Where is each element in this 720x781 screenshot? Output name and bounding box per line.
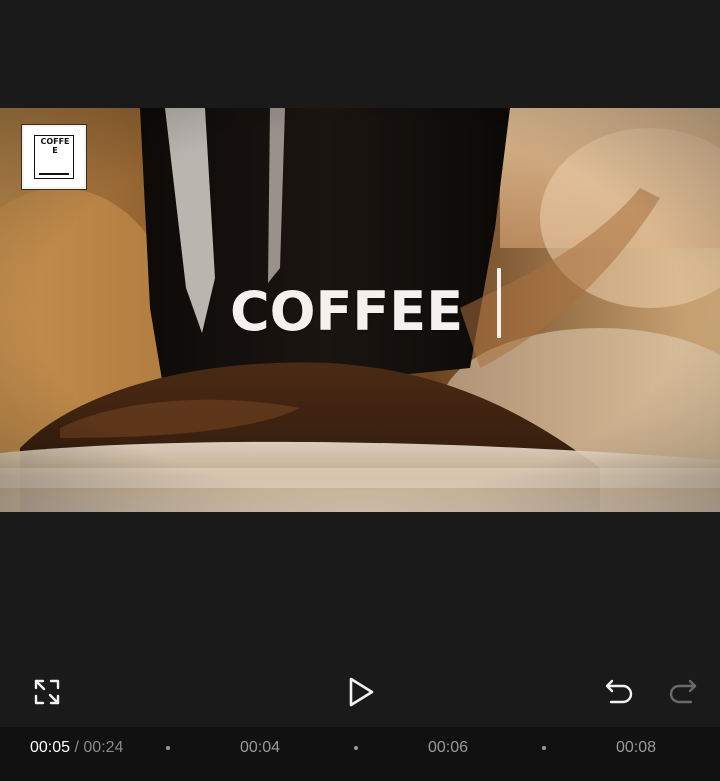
title-text[interactable]: COFFEE — [230, 282, 463, 342]
timeline-tick-dot — [354, 746, 358, 750]
undo-icon — [605, 679, 633, 704]
timeline-tick-label: 00:06 — [428, 739, 469, 756]
redo-button[interactable] — [662, 670, 704, 712]
current-time: 00:05 — [30, 739, 71, 756]
time-separator: / — [74, 739, 79, 756]
video-preview[interactable]: COFFEE COFFEE — [0, 108, 720, 512]
play-icon — [349, 677, 374, 707]
coffee-logo: COFFEE — [34, 135, 74, 179]
title-text-overlay[interactable]: COFFEE — [230, 282, 463, 342]
total-time: 00:24 — [83, 739, 124, 756]
redo-icon — [669, 679, 697, 704]
timeline-tick-dot — [166, 746, 170, 750]
timeline-tick-label: 00:08 — [616, 739, 657, 756]
text-cursor — [497, 268, 501, 338]
logo-text: COFFEE — [40, 137, 70, 155]
fullscreen-expand-icon — [34, 679, 60, 705]
undo-button[interactable] — [598, 670, 640, 712]
timeline-tick-dot — [542, 746, 546, 750]
playback-time: 00:05 / 00:24 — [30, 738, 123, 758]
fullscreen-button[interactable] — [26, 671, 68, 713]
video-editor-screen: COFFEE COFFEE 00:05 / 00:24 00:04 00:06 … — [0, 0, 720, 781]
timeline-ruler[interactable]: 00:05 / 00:24 00:04 00:06 00:08 — [0, 727, 720, 781]
coffee-logo-badge: COFFEE — [22, 125, 86, 189]
play-button[interactable] — [338, 669, 384, 715]
timeline-tick-label: 00:04 — [240, 739, 281, 756]
